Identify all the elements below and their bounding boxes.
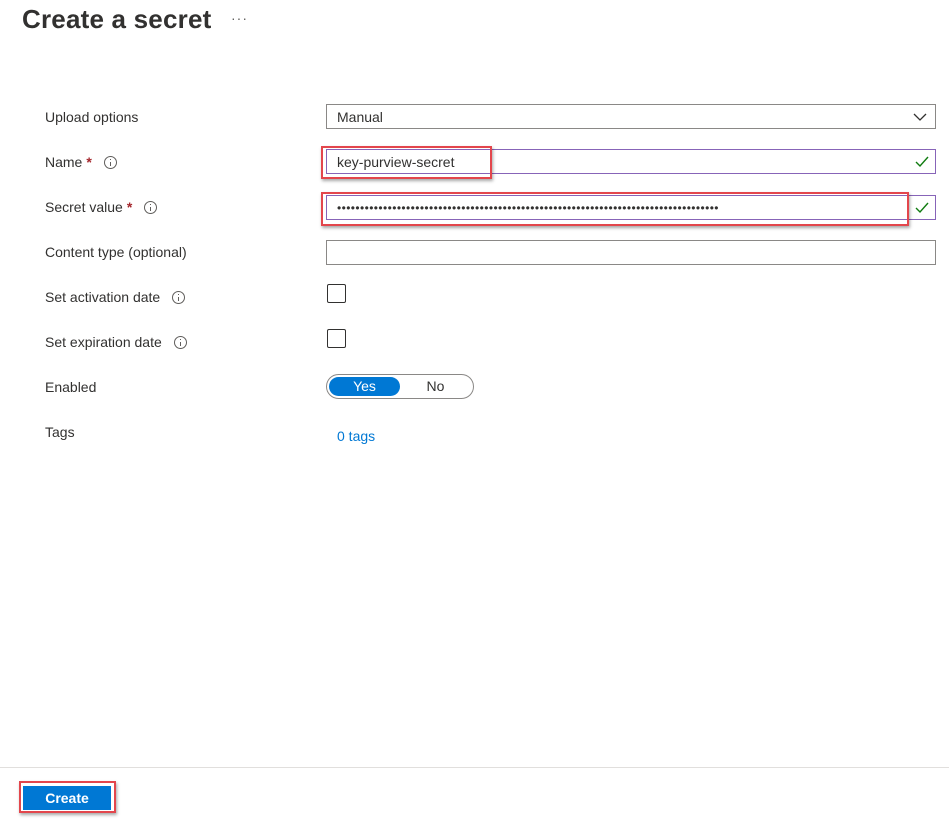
enabled-label-text: Enabled xyxy=(45,379,97,395)
required-marker: * xyxy=(126,199,133,215)
enabled-no-option[interactable]: No xyxy=(400,377,471,396)
checkmark-icon xyxy=(915,202,929,214)
footer-divider xyxy=(0,767,949,768)
activation-date-label-text: Set activation date xyxy=(45,289,161,305)
create-button[interactable]: Create xyxy=(23,786,111,810)
name-label: Name * xyxy=(45,154,117,170)
more-options-icon[interactable]: ··· xyxy=(231,10,248,26)
upload-options-value: Manual xyxy=(337,108,383,125)
enabled-yes-option[interactable]: Yes xyxy=(329,377,400,396)
secret-value-label: Secret value * xyxy=(45,199,158,215)
name-label-text: Name xyxy=(45,154,83,170)
required-marker: * xyxy=(86,154,92,170)
tags-link[interactable]: 0 tags xyxy=(337,428,375,444)
enabled-label: Enabled xyxy=(45,379,96,395)
activation-date-checkbox[interactable] xyxy=(327,284,346,303)
secret-value-label-text: Secret value xyxy=(45,199,123,215)
activation-date-label: Set activation date xyxy=(45,289,186,305)
upload-options-label-text: Upload options xyxy=(45,109,139,125)
content-type-label: Content type (optional) xyxy=(45,244,187,260)
info-icon[interactable] xyxy=(103,155,117,169)
tags-label: Tags xyxy=(45,424,75,440)
page-title: Create a secret xyxy=(22,4,212,34)
name-input[interactable]: key-purview-secret xyxy=(326,149,936,174)
chevron-down-icon xyxy=(913,113,927,121)
secret-value-masked: ••••••••••••••••••••••••••••••••••••••••… xyxy=(337,200,719,215)
expiration-date-label-text: Set expiration date xyxy=(45,334,162,350)
enabled-toggle[interactable]: Yes No xyxy=(326,374,474,399)
content-type-label-text: Content type (optional) xyxy=(45,244,187,260)
info-icon[interactable] xyxy=(144,200,158,214)
upload-options-dropdown[interactable]: Manual xyxy=(326,104,936,129)
content-type-input[interactable] xyxy=(326,240,936,265)
expiration-date-checkbox[interactable] xyxy=(327,329,346,348)
info-icon[interactable] xyxy=(173,335,187,349)
name-input-value: key-purview-secret xyxy=(337,153,455,170)
expiration-date-label: Set expiration date xyxy=(45,334,187,350)
checkmark-icon xyxy=(915,156,929,168)
tags-label-text: Tags xyxy=(45,424,75,440)
info-icon[interactable] xyxy=(172,290,186,304)
secret-value-input[interactable]: ••••••••••••••••••••••••••••••••••••••••… xyxy=(326,195,936,220)
upload-options-label: Upload options xyxy=(45,109,138,125)
